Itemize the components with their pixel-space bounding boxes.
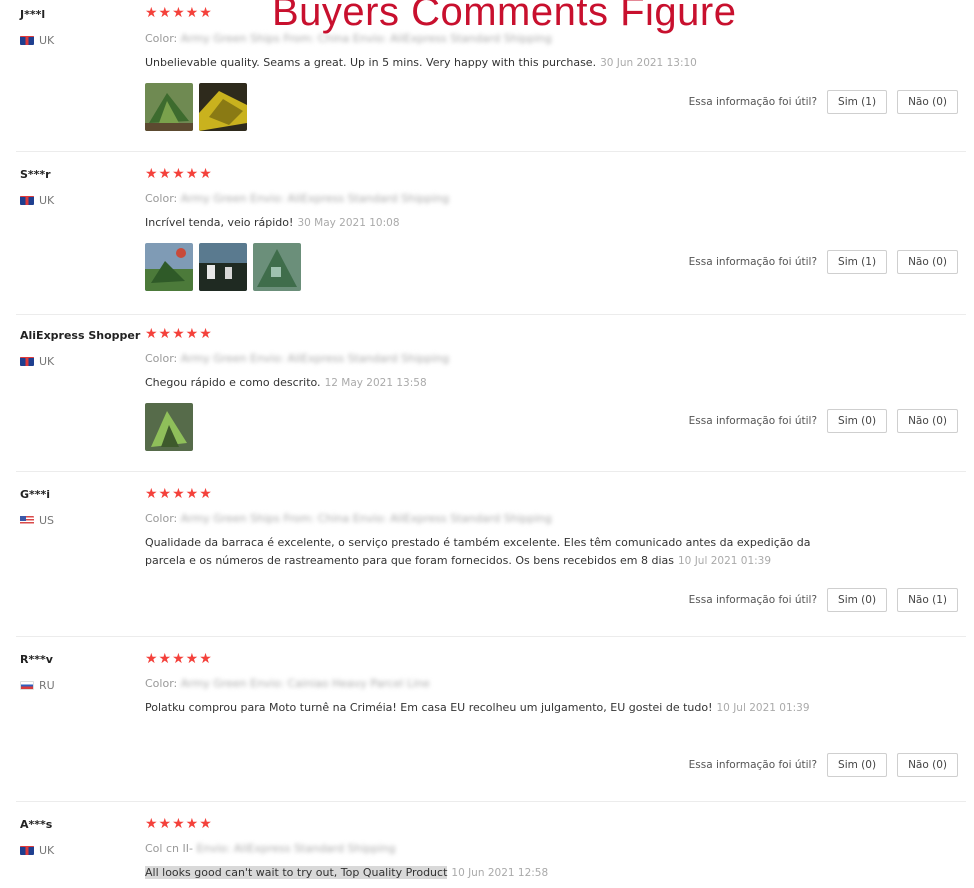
reviewer-country: UK bbox=[20, 844, 54, 857]
helpful-vote: Essa informação foi útil? Sim (0) Não (1… bbox=[689, 588, 958, 612]
reviewer-name: S***r bbox=[20, 168, 51, 181]
review-photos bbox=[145, 83, 247, 131]
helpful-prompt: Essa informação foi útil? bbox=[688, 256, 818, 268]
attribute-values: Army Green Ships From: China Envio: AliE… bbox=[180, 512, 552, 525]
review-comment: All looks good can't wait to try out, To… bbox=[145, 864, 845, 882]
helpful-prompt: Essa informação foi útil? bbox=[688, 96, 818, 108]
country-code: US bbox=[39, 514, 55, 527]
helpful-vote: Essa informação foi útil? Sim (0) Não (0… bbox=[689, 753, 958, 777]
helpful-yes-button[interactable]: Sim (0) bbox=[827, 753, 888, 777]
tent-photo-thumbnail[interactable] bbox=[253, 243, 301, 291]
reviewer-name: J***l bbox=[20, 8, 46, 21]
star-rating: ★★★★★ bbox=[145, 486, 213, 502]
comment-text: Chegou rápido e como descrito. bbox=[145, 376, 321, 389]
attribute-label: Color: bbox=[145, 32, 178, 45]
review-date: 10 Jul 2021 01:39 bbox=[678, 555, 772, 567]
country-code: RU bbox=[39, 679, 55, 692]
attribute-label: Color: bbox=[145, 352, 178, 365]
helpful-prompt: Essa informação foi útil? bbox=[688, 415, 818, 427]
helpful-yes-button[interactable]: Sim (1) bbox=[827, 90, 888, 114]
review-comment: Polatku comprou para Moto turnê na Crimé… bbox=[145, 699, 845, 717]
review-date: 12 May 2021 13:58 bbox=[324, 377, 427, 389]
tent-photo-thumbnail[interactable] bbox=[145, 243, 193, 291]
reviewer-name: AliExpress Shopper bbox=[20, 329, 141, 342]
review-date: 30 Jun 2021 13:10 bbox=[600, 57, 697, 69]
comment-text: All looks good can't wait to try out, To… bbox=[145, 866, 448, 879]
review-comment: Unbelievable quality. Seams a great. Up … bbox=[145, 54, 845, 72]
review-item: R***v RU ★★★★★ Color: Army Green Envio: … bbox=[0, 637, 974, 802]
helpful-yes-button[interactable]: Sim (0) bbox=[827, 588, 888, 612]
star-rating: ★★★★★ bbox=[145, 816, 213, 832]
attribute-values: Army Green Envio: AliExpress Standard Sh… bbox=[180, 352, 450, 365]
star-rating: ★★★★★ bbox=[145, 5, 213, 21]
helpful-prompt: Essa informação foi útil? bbox=[688, 594, 818, 606]
attribute-values: Envio: AliExpress Standard Shipping bbox=[196, 842, 396, 855]
review-item: G***i US ★★★★★ Color: Army Green Ships F… bbox=[0, 472, 974, 637]
product-attributes: Color: Army Green Envio: AliExpress Stan… bbox=[145, 352, 449, 365]
reviewer-name: A***s bbox=[20, 818, 53, 831]
comment-text: Polatku comprou para Moto turnê na Crimé… bbox=[145, 701, 713, 714]
tent-photo-thumbnail[interactable] bbox=[199, 83, 247, 131]
reviewer-name: R***v bbox=[20, 653, 53, 666]
helpful-no-button[interactable]: Não (1) bbox=[897, 588, 958, 612]
attribute-label: Color: bbox=[145, 192, 178, 205]
review-date: 30 May 2021 10:08 bbox=[297, 217, 400, 229]
helpful-vote: Essa informação foi útil? Sim (1) Não (0… bbox=[689, 250, 958, 274]
star-rating: ★★★★★ bbox=[145, 166, 213, 182]
helpful-no-button[interactable]: Não (0) bbox=[897, 409, 958, 433]
helpful-no-button[interactable]: Não (0) bbox=[897, 250, 958, 274]
review-date: 10 Jul 2021 01:39 bbox=[716, 702, 810, 714]
country-code: UK bbox=[39, 34, 55, 47]
product-attributes: Color: Army Green Envio: Cainiao Heavy P… bbox=[145, 677, 430, 690]
reviewer-country: UK bbox=[20, 34, 54, 47]
reviewer-name: G***i bbox=[20, 488, 51, 501]
helpful-prompt: Essa informação foi útil? bbox=[688, 759, 818, 771]
product-attributes: Color: Army Green Envio: AliExpress Stan… bbox=[145, 192, 449, 205]
tent-photo-thumbnail[interactable] bbox=[199, 243, 247, 291]
tent-photo-thumbnail[interactable] bbox=[145, 83, 193, 131]
uk-flag-icon bbox=[20, 196, 34, 205]
review-photos bbox=[145, 403, 193, 451]
helpful-no-button[interactable]: Não (0) bbox=[897, 753, 958, 777]
helpful-yes-button[interactable]: Sim (0) bbox=[827, 409, 888, 433]
review-date: 10 Jun 2021 12:58 bbox=[451, 867, 549, 879]
reviewer-country: US bbox=[20, 514, 54, 527]
review-comment: Qualidade da barraca é excelente, o serv… bbox=[145, 534, 845, 570]
reviewer-country: UK bbox=[20, 194, 54, 207]
uk-flag-icon bbox=[20, 36, 34, 45]
overlay-title: Buyers Comments Figure bbox=[272, 0, 737, 34]
tent-photo-thumbnail[interactable] bbox=[145, 403, 193, 451]
product-attributes: Color: Army Green Ships From: China Envi… bbox=[145, 512, 552, 525]
attribute-values: Army Green Envio: Cainiao Heavy Parcel L… bbox=[180, 677, 430, 690]
star-rating: ★★★★★ bbox=[145, 326, 213, 342]
review-comment: Incrível tenda, veio rápido! 30 May 2021 … bbox=[145, 214, 845, 232]
country-code: UK bbox=[39, 844, 55, 857]
reviewer-country: RU bbox=[20, 679, 55, 692]
review-photos bbox=[145, 243, 301, 291]
comment-text: Unbelievable quality. Seams a great. Up … bbox=[145, 56, 597, 69]
us-flag-icon bbox=[20, 516, 34, 525]
helpful-vote: Essa informação foi útil? Sim (1) Não (0… bbox=[689, 90, 958, 114]
review-item: S***r UK ★★★★★ Color: Army Green Envio: … bbox=[0, 152, 974, 315]
uk-flag-icon bbox=[20, 357, 34, 366]
country-code: UK bbox=[39, 355, 55, 368]
comment-text: Incrível tenda, veio rápido! bbox=[145, 216, 294, 229]
attribute-label: Col cn II- bbox=[145, 842, 193, 855]
ru-flag-icon bbox=[20, 681, 34, 690]
review-item: AliExpress Shopper UK ★★★★★ Color: Army … bbox=[0, 315, 974, 472]
attribute-label: Color: bbox=[145, 512, 178, 525]
product-attributes: Col cn II- Envio: AliExpress Standard Sh… bbox=[145, 842, 395, 855]
review-item: A***s UK ★★★★★ Col cn II- Envio: AliExpr… bbox=[0, 802, 974, 888]
star-rating: ★★★★★ bbox=[145, 651, 213, 667]
helpful-vote: Essa informação foi útil? Sim (0) Não (0… bbox=[689, 409, 958, 433]
review-comment: Chegou rápido e como descrito. 12 May 202… bbox=[145, 374, 845, 392]
uk-flag-icon bbox=[20, 846, 34, 855]
reviewer-country: UK bbox=[20, 355, 54, 368]
helpful-no-button[interactable]: Não (0) bbox=[897, 90, 958, 114]
attribute-values: Army Green Envio: AliExpress Standard Sh… bbox=[180, 192, 450, 205]
helpful-yes-button[interactable]: Sim (1) bbox=[827, 250, 888, 274]
country-code: UK bbox=[39, 194, 55, 207]
attribute-label: Color: bbox=[145, 677, 178, 690]
